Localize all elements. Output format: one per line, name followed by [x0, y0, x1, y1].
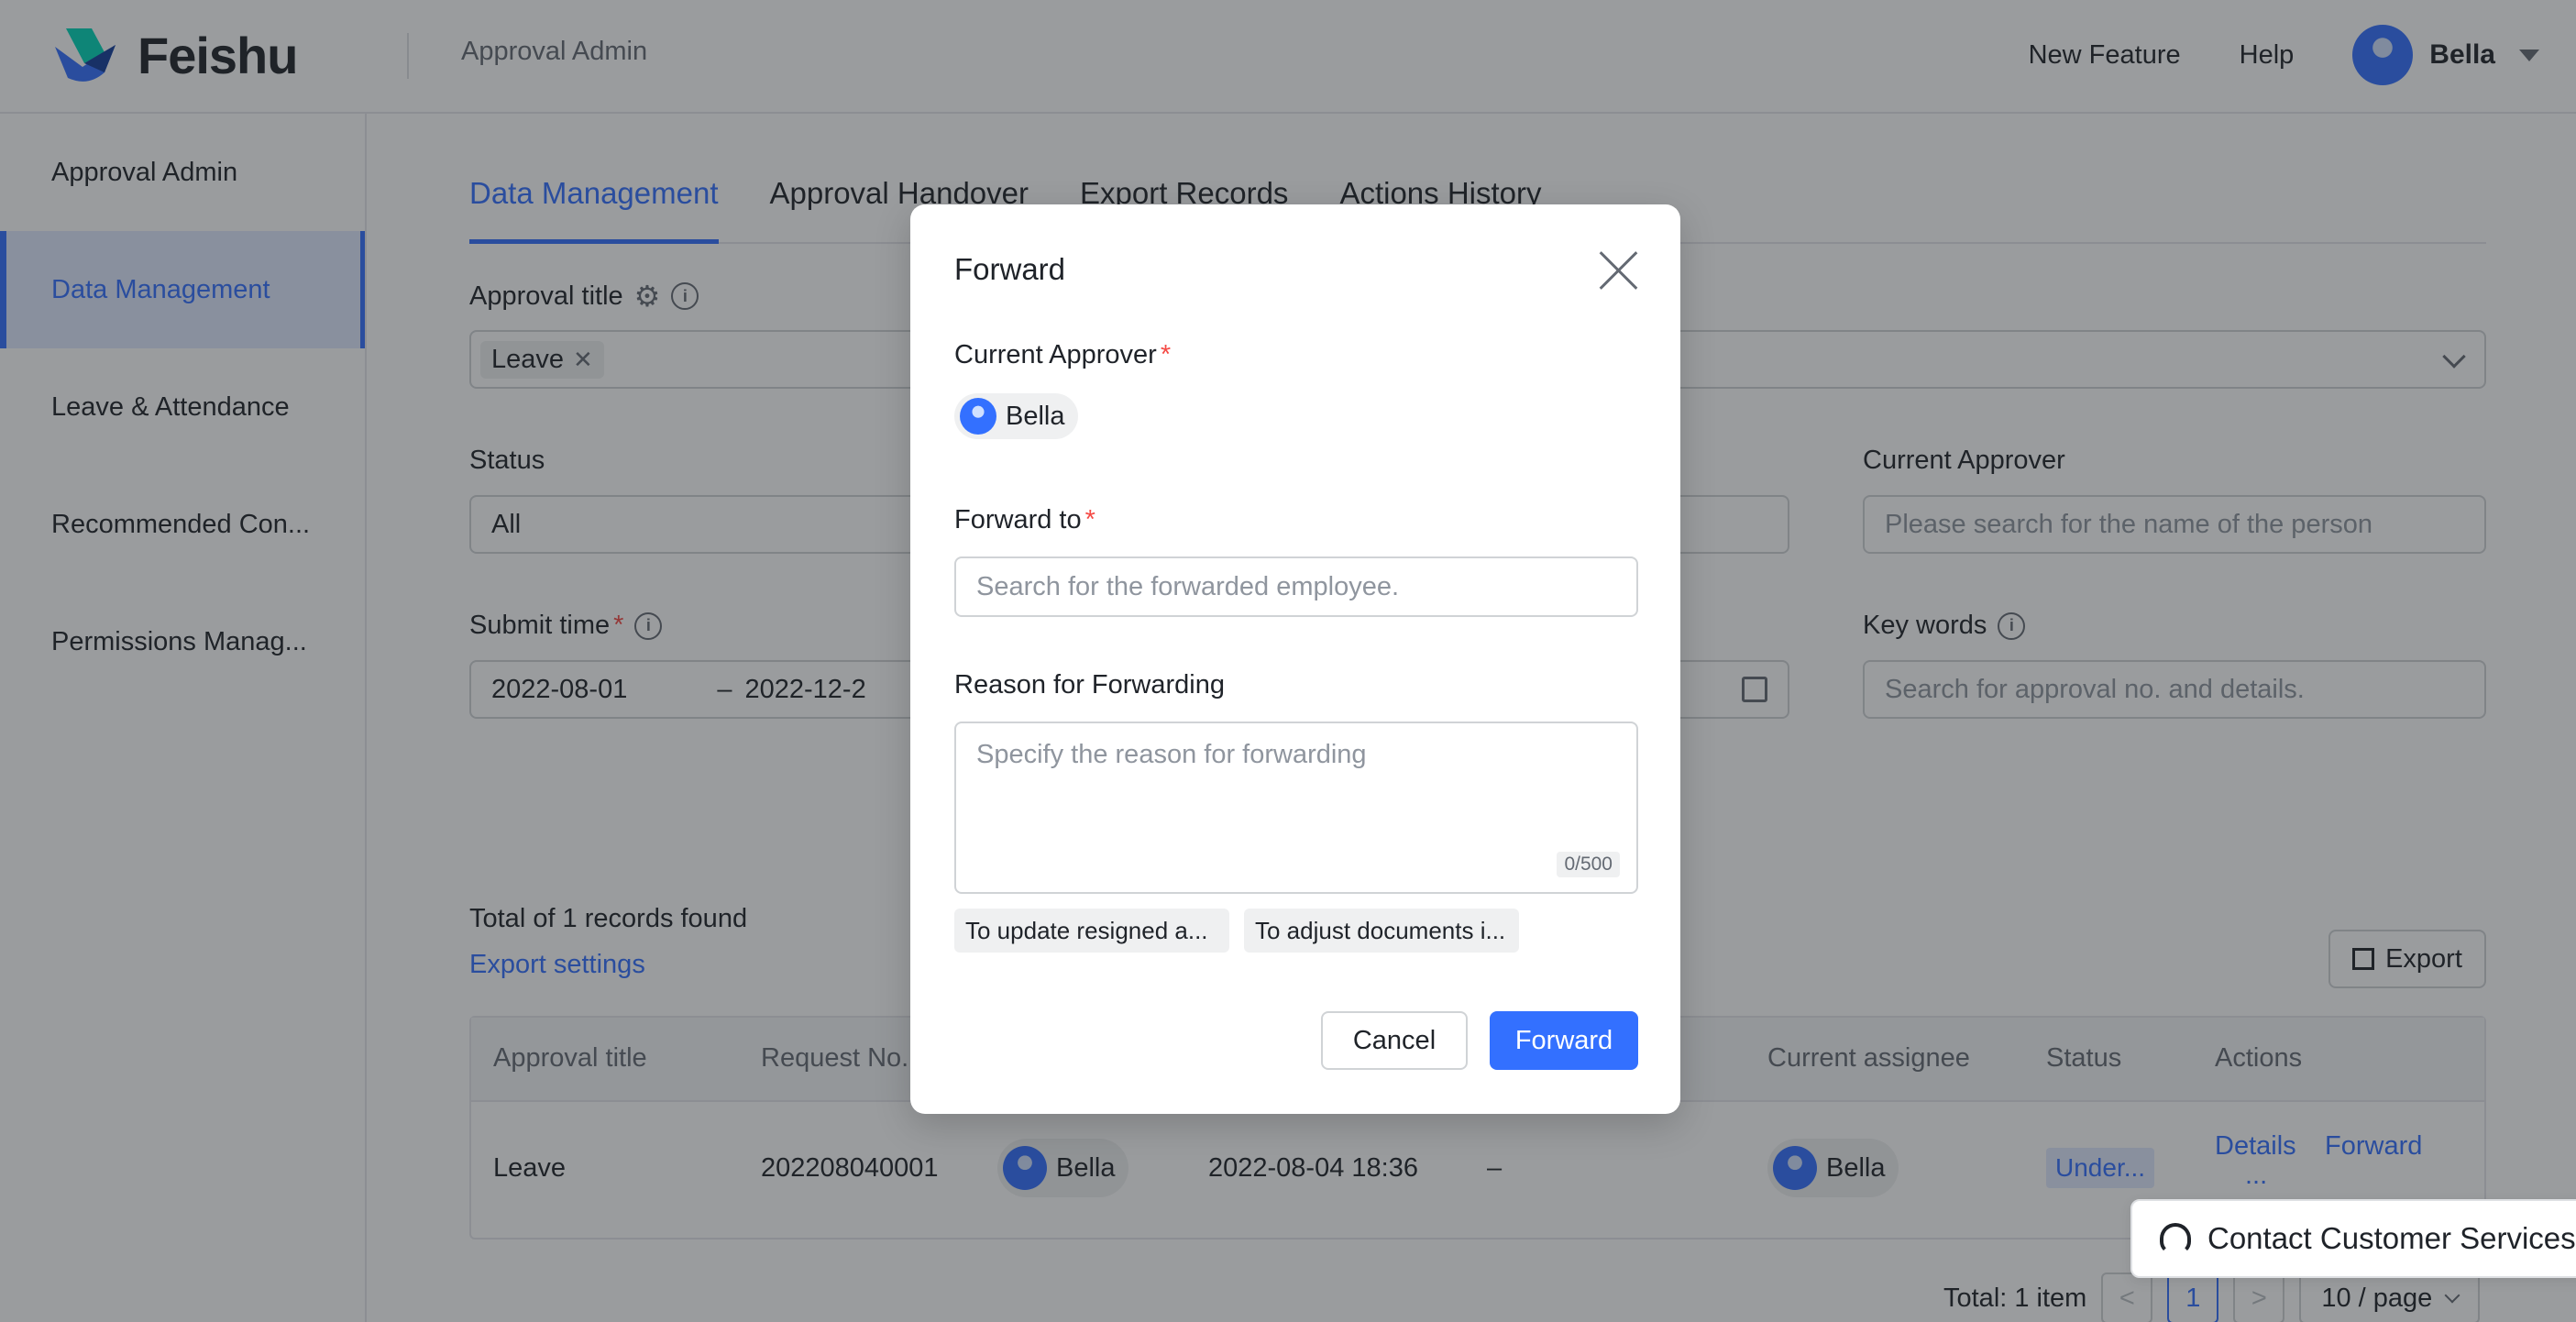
cancel-button[interactable]: Cancel: [1321, 1011, 1468, 1070]
reason-label: Reason for Forwarding: [954, 670, 1225, 700]
contact-support-button[interactable]: Contact Customer Services: [2130, 1199, 2576, 1278]
current-approver-field-label: Current Approver *: [954, 340, 1171, 370]
forward-to-placeholder: Search for the forwarded employee.: [976, 571, 1400, 601]
forward-to-input[interactable]: Search for the forwarded employee.: [954, 556, 1638, 617]
reason-placeholder: Specify the reason for forwarding: [976, 740, 1367, 769]
char-counter: 0/500: [1557, 852, 1620, 877]
dialog-title: Forward: [954, 252, 1066, 286]
quick-reason-1[interactable]: To update resigned a...: [954, 909, 1229, 953]
forward-dialog: Forward Current Approver * Bella Forward…: [910, 204, 1680, 1114]
forward-to-label-text: Forward to: [954, 505, 1082, 534]
quick-reason-2[interactable]: To adjust documents i...: [1244, 909, 1519, 953]
required-mark: *: [1160, 340, 1172, 369]
required-mark: *: [1084, 505, 1095, 534]
forward-to-label: Forward to *: [954, 505, 1095, 535]
headset-icon: [2160, 1223, 2191, 1254]
forward-button[interactable]: Forward: [1490, 1011, 1638, 1070]
contact-support-label: Contact Customer Services: [2207, 1221, 2576, 1255]
close-icon[interactable]: [1598, 250, 1638, 291]
current-approver-name: Bella: [1006, 401, 1065, 431]
avatar: [960, 398, 996, 435]
reason-textarea[interactable]: Specify the reason for forwarding 0/500: [954, 722, 1638, 894]
current-approver-chip: Bella: [954, 393, 1078, 439]
current-approver-field-text: Current Approver: [954, 340, 1157, 369]
